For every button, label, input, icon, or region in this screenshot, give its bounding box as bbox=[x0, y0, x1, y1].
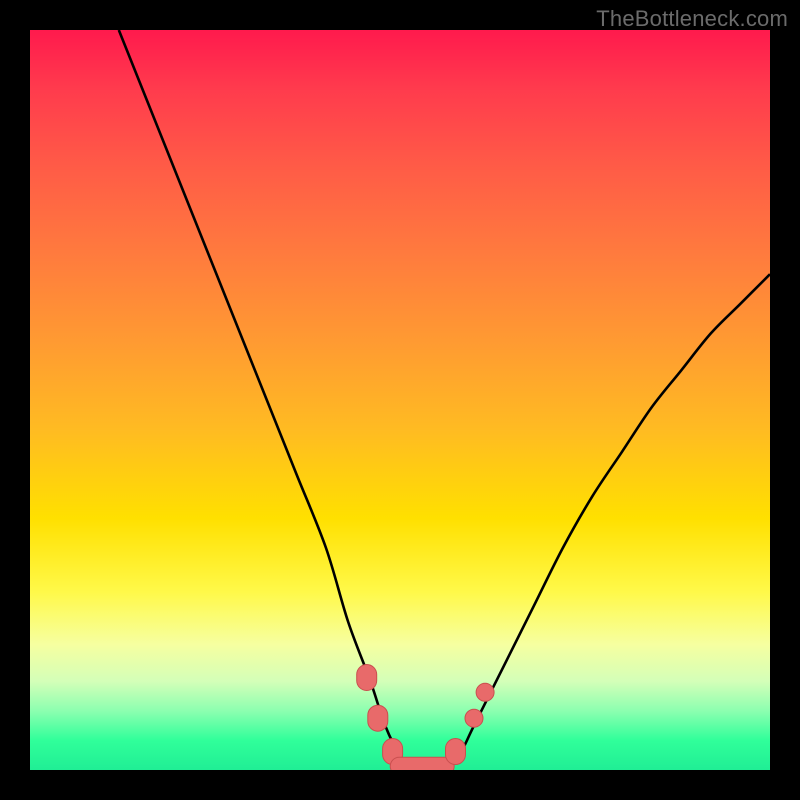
chart-frame: TheBottleneck.com bbox=[0, 0, 800, 800]
marker-layer bbox=[357, 665, 494, 771]
curve-marker bbox=[368, 705, 388, 731]
curve-marker bbox=[383, 739, 403, 765]
curve-marker bbox=[357, 665, 377, 691]
curve-marker bbox=[465, 709, 483, 727]
bottleneck-curve bbox=[119, 30, 770, 770]
curve-marker bbox=[476, 683, 494, 701]
curve-marker bbox=[446, 739, 466, 765]
plot-area bbox=[30, 30, 770, 770]
watermark-text: TheBottleneck.com bbox=[596, 6, 788, 32]
curve-svg bbox=[30, 30, 770, 770]
curve-marker bbox=[390, 757, 454, 770]
